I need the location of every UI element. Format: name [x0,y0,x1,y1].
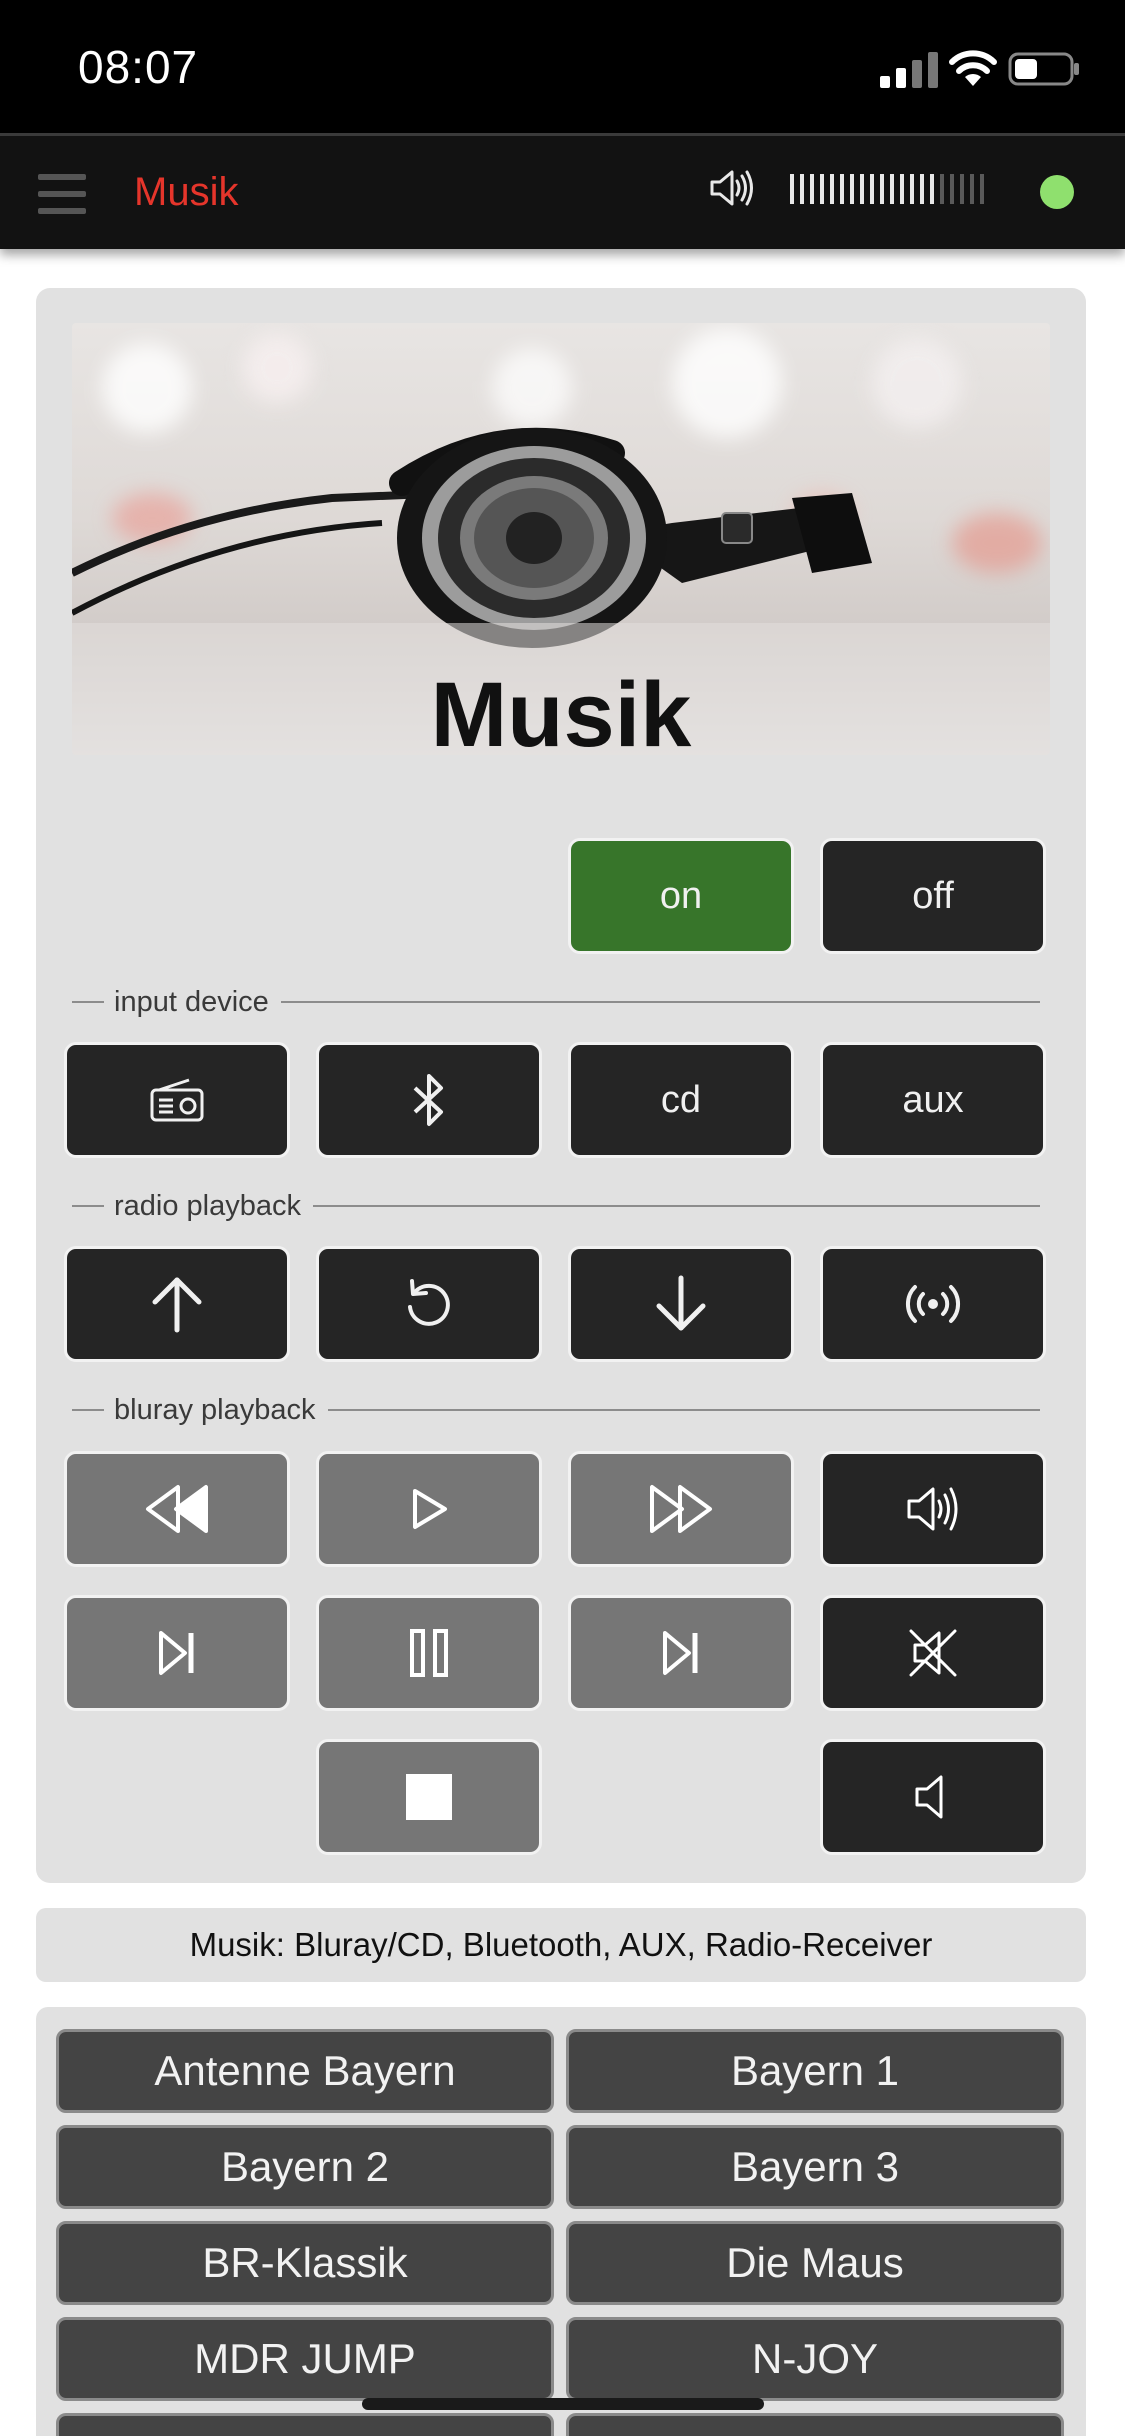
volume-up-icon [907,1487,958,1531]
input-bluetooth-button[interactable] [316,1042,542,1158]
volume-level-bar [870,174,874,204]
fast-forward-icon [650,1485,712,1533]
bluray-play-button[interactable] [316,1451,542,1567]
volume-level-meter[interactable] [790,174,984,204]
refresh-icon [408,1279,450,1326]
hero-banner: Musik [72,323,1050,755]
bluray-rewind-button[interactable] [64,1451,290,1567]
power-off-button[interactable]: off [820,838,1046,954]
volume-level-bar [980,174,984,204]
volume-level-bar [860,174,864,204]
input-aux-button[interactable]: aux [820,1042,1046,1158]
connection-status-indicator [1040,175,1074,209]
speaker-volume-icon[interactable] [706,164,754,212]
wifi-icon [949,50,997,86]
skip-back-icon [159,1631,194,1675]
bluray-skip-forward-button[interactable] [568,1595,794,1711]
volume-level-bar [900,174,904,204]
volume-level-bar [840,174,844,204]
radio-channel-up-button[interactable] [64,1246,290,1362]
section-input-device: input device [72,986,1040,1019]
volume-level-bar [820,174,824,204]
home-indicator [362,2398,764,2410]
volume-level-bar [830,174,834,204]
volume-level-bar [800,174,804,204]
volume-level-bar [810,174,814,204]
volume-down-icon [915,1775,943,1819]
station-button[interactable]: Bayern 1 [566,2029,1064,2113]
cellular-signal-icon [880,52,938,88]
station-button[interactable]: Antenne Bayern [56,2029,554,2113]
bluetooth-icon [413,1074,443,1126]
status-bar: 08:07 [0,0,1125,133]
volume-level-bar [880,174,884,204]
input-radio-button[interactable] [64,1042,290,1158]
radio-reload-button[interactable] [316,1246,542,1362]
volume-level-bar [930,174,934,204]
radio-channel-down-button[interactable] [568,1246,794,1362]
bluray-fast-forward-button[interactable] [568,1451,794,1567]
mute-icon [909,1629,957,1677]
station-button[interactable]: MDR JUMP [56,2317,554,2401]
volume-level-bar [890,174,894,204]
input-cd-button[interactable]: cd [568,1042,794,1158]
radio-broadcast-button[interactable] [820,1246,1046,1362]
bluray-stop-button[interactable] [316,1739,542,1855]
volume-level-bar [790,174,794,204]
station-button[interactable]: Bayern 2 [56,2125,554,2209]
section-label: radio playback [114,1190,313,1223]
section-label: bluray playback [114,1394,328,1427]
app-title: Musik [134,170,239,214]
volume-level-bar [850,174,854,204]
station-button[interactable]: N-JOY [566,2317,1064,2401]
radio-icon [150,1078,204,1122]
volume-level-bar [910,174,914,204]
play-icon [413,1489,447,1529]
station-button[interactable]: BR-Klassik [56,2221,554,2305]
bluray-pause-button[interactable] [316,1595,542,1711]
power-on-button[interactable]: on [568,838,794,954]
section-radio-playback: radio playback [72,1190,1040,1223]
volume-level-bar [970,174,974,204]
station-list: Antenne Bayern Bayern 1 Bayern 2 Bayern … [36,2007,1086,2436]
mute-button[interactable] [820,1595,1046,1711]
room-description: Musik: Bluray/CD, Bluetooth, AUX, Radio-… [36,1908,1086,1982]
broadcast-icon [905,1285,961,1323]
station-button[interactable]: Die Maus [566,2221,1064,2305]
section-label: input device [114,986,281,1019]
volume-up-button[interactable] [820,1451,1046,1567]
section-bluray-playback: bluray playback [72,1394,1040,1427]
station-button[interactable]: Bayern 3 [566,2125,1064,2209]
stop-icon [406,1774,452,1820]
pause-icon [410,1629,448,1677]
menu-icon[interactable] [38,174,86,214]
app-bar: Musik [0,133,1125,249]
hero-title: Musik [430,664,692,755]
volume-level-bar [940,174,944,204]
skip-forward-icon [663,1631,698,1675]
rewind-icon [146,1485,208,1533]
volume-level-bar [960,174,964,204]
volume-down-button[interactable] [820,1739,1046,1855]
station-button[interactable] [56,2413,554,2436]
battery-icon [1008,52,1079,86]
arrow-up-icon [152,1277,202,1333]
bluray-skip-back-button[interactable] [64,1595,290,1711]
arrow-down-icon [656,1275,706,1331]
station-button[interactable] [566,2413,1064,2436]
status-time: 08:07 [78,41,199,93]
volume-level-bar [920,174,924,204]
volume-level-bar [950,174,954,204]
